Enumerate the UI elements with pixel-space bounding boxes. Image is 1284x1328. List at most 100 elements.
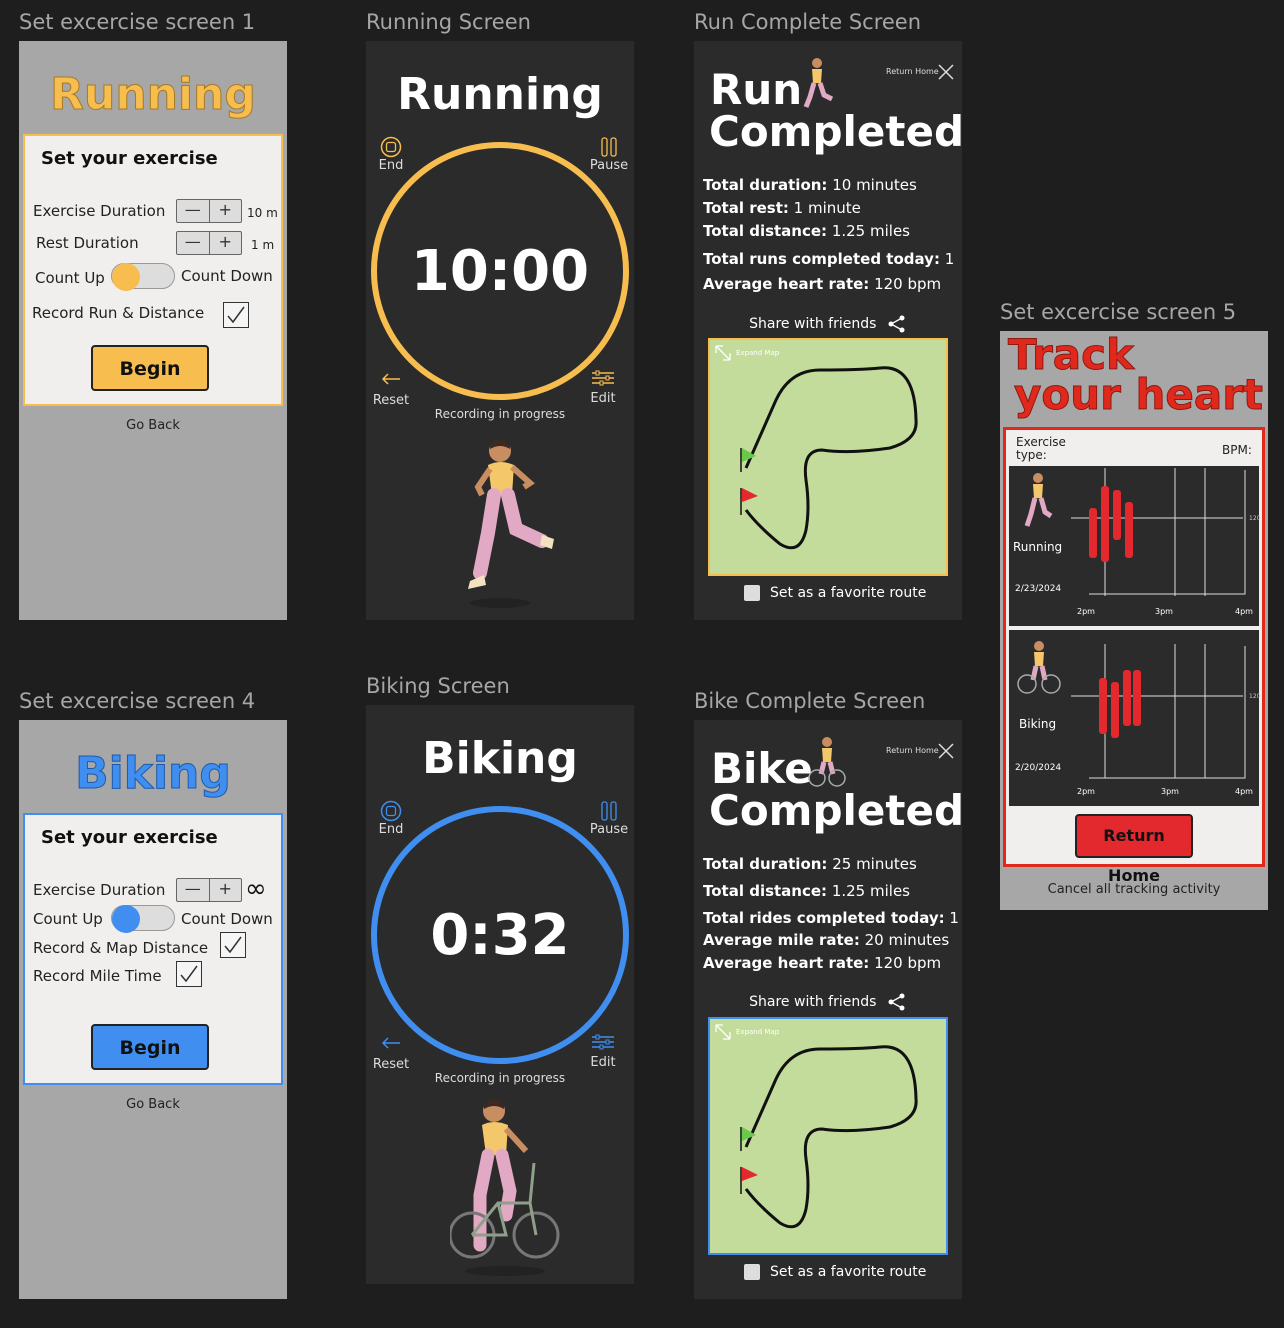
exercise-name: Biking [1019, 717, 1057, 731]
exercise-name: Running [1013, 540, 1063, 554]
share-icon [888, 315, 905, 333]
record-mile-checkbox[interactable] [176, 961, 202, 987]
return-home-link[interactable]: Return Home [886, 67, 939, 76]
begin-button[interactable]: Begin [91, 345, 209, 391]
x-tick: 4pm [1235, 607, 1253, 616]
frame-label-set4: Set excercise screen 4 [19, 689, 256, 713]
rest-duration-stepper[interactable]: — + [176, 231, 242, 255]
minus-icon[interactable]: — [177, 232, 210, 254]
card-title: Set your exercise [41, 827, 218, 848]
count-down-label: Count Down [181, 267, 273, 285]
frame-label-bike-complete: Bike Complete Screen [694, 689, 926, 713]
sliders-icon [592, 1034, 614, 1050]
return-home-link[interactable]: Return Home [886, 746, 939, 755]
runner-mini-icon [803, 58, 834, 108]
reset-button[interactable]: Reset [366, 1035, 416, 1072]
recording-status: Recording in progress [434, 407, 566, 421]
x-tick: 3pm [1155, 607, 1173, 616]
route-map[interactable]: Expand Map [708, 1017, 948, 1255]
page-title: Running [397, 69, 603, 120]
stat-total-duration: Total duration: 10 minutes [703, 176, 917, 194]
favorite-route-label: Set as a favorite route [770, 1264, 927, 1280]
bpm-bar [1101, 486, 1109, 562]
exercise-duration-stepper[interactable]: — + [176, 878, 242, 902]
x-tick: 2pm [1077, 607, 1095, 616]
bpm-bar [1133, 670, 1141, 726]
rest-duration-label: Rest Duration [36, 234, 139, 252]
edit-button[interactable]: Edit [578, 369, 628, 406]
share-with-friends[interactable]: Share with friends [694, 314, 962, 334]
page-title: Biking [422, 733, 578, 784]
exercise-duration-value: 10 m [247, 206, 278, 220]
count-direction-toggle[interactable] [111, 263, 175, 291]
heart-tracking-card: Exercise type: BPM: Running 2/23/2024 12… [1003, 427, 1265, 885]
heart-chart-row-running: Running 2/23/2024 120 2pm 3pm 4pm [1009, 466, 1260, 626]
stat-average-heart-rate: Average heart rate: 120 bpm [703, 954, 942, 972]
share-label: Share with friends [749, 316, 877, 332]
share-with-friends[interactable]: Share with friends [694, 992, 962, 1012]
record-run-label: Record Run & Distance [32, 304, 205, 322]
track-title-line2: your heart [1014, 370, 1264, 419]
checkbox-box[interactable] [744, 585, 760, 601]
exercise-settings-card: Set your exercise Exercise Duration — + … [23, 813, 283, 1085]
go-back-link[interactable]: Go Back [19, 418, 287, 433]
toggle-knob [112, 905, 140, 933]
heart-chart-row-biking: Biking 2/20/2024 120 2pm 3pm 4pm [1009, 630, 1261, 806]
minus-icon[interactable]: — [177, 200, 210, 222]
stat-average-heart-rate: Average heart rate: 120 bpm [703, 275, 942, 293]
y-axis-label: 120 [1249, 693, 1261, 700]
bike-complete-screen: Bike Return Home Completed Total duratio… [694, 720, 962, 1299]
close-icon[interactable] [937, 63, 955, 81]
exercise-type-label: Exercise type: [1016, 435, 1066, 462]
exercise-duration-label: Exercise Duration [33, 881, 166, 899]
exercise-duration-stepper[interactable]: — + [176, 199, 242, 223]
record-run-checkbox[interactable] [223, 302, 249, 328]
checkbox-box[interactable] [744, 1264, 760, 1280]
stat-total-distance: Total distance: 1.25 miles [703, 222, 910, 240]
return-home-button[interactable]: Return Home [1075, 814, 1193, 885]
set-exercise-screen-5: Track your heart Exercise type: BPM: Run… [1000, 331, 1268, 910]
stat-total-rest: Total rest: 1 minute [703, 199, 861, 217]
edit-button[interactable]: Edit [578, 1033, 628, 1070]
check-icon [180, 965, 198, 983]
plus-icon[interactable]: + [210, 232, 242, 254]
plus-icon[interactable]: + [210, 879, 242, 901]
bpm-label: BPM: [1222, 443, 1252, 457]
count-direction-toggle[interactable] [111, 905, 175, 933]
stat-rides-completed: Total rides completed today: 1 [703, 909, 959, 927]
arrow-left-icon [381, 373, 400, 385]
recording-status: Recording in progress [434, 1071, 566, 1085]
bpm-bar [1099, 678, 1107, 734]
runner-illustration [468, 439, 554, 608]
cyclist-mini-icon [808, 737, 846, 787]
stat-total-duration: Total duration: 25 minutes [703, 855, 917, 873]
bpm-chart [1071, 468, 1246, 596]
go-back-link[interactable]: Go Back [19, 1097, 287, 1112]
minus-icon[interactable]: — [177, 879, 210, 901]
frame-label-biking: Biking Screen [366, 674, 510, 698]
bpm-bar [1111, 682, 1119, 738]
bpm-bar [1089, 508, 1097, 558]
check-icon [224, 936, 242, 954]
reset-button[interactable]: Reset [366, 371, 416, 408]
close-icon[interactable] [937, 742, 955, 760]
run-complete-screen: Run Return Home Completed Total duration… [694, 41, 962, 620]
share-label: Share with friends [749, 994, 877, 1010]
record-map-checkbox[interactable] [220, 932, 246, 958]
x-tick: 3pm [1161, 787, 1179, 796]
frame-label-run-complete: Run Complete Screen [694, 10, 922, 34]
reset-label: Reset [372, 1057, 410, 1072]
favorite-route-label: Set as a favorite route [770, 585, 927, 601]
exercise-settings-card: Set your exercise Exercise Duration — + … [23, 134, 283, 406]
route-map[interactable]: Expand Map [708, 338, 948, 576]
plus-icon[interactable]: + [210, 200, 242, 222]
timer-display: 0:32 [430, 903, 570, 968]
share-icon [888, 993, 905, 1011]
frame-label-set5: Set excercise screen 5 [1000, 300, 1237, 324]
cancel-tracking-link[interactable]: Cancel all tracking activity [1000, 882, 1268, 897]
favorite-route-checkbox[interactable]: Set as a favorite route [744, 585, 926, 601]
begin-button[interactable]: Begin [91, 1024, 209, 1070]
biking-screen: Biking End Pause 0:32 Reset Edit Recordi… [366, 705, 634, 1284]
card-title: Set your exercise [41, 148, 218, 169]
favorite-route-checkbox[interactable]: Set as a favorite route [744, 1264, 926, 1280]
